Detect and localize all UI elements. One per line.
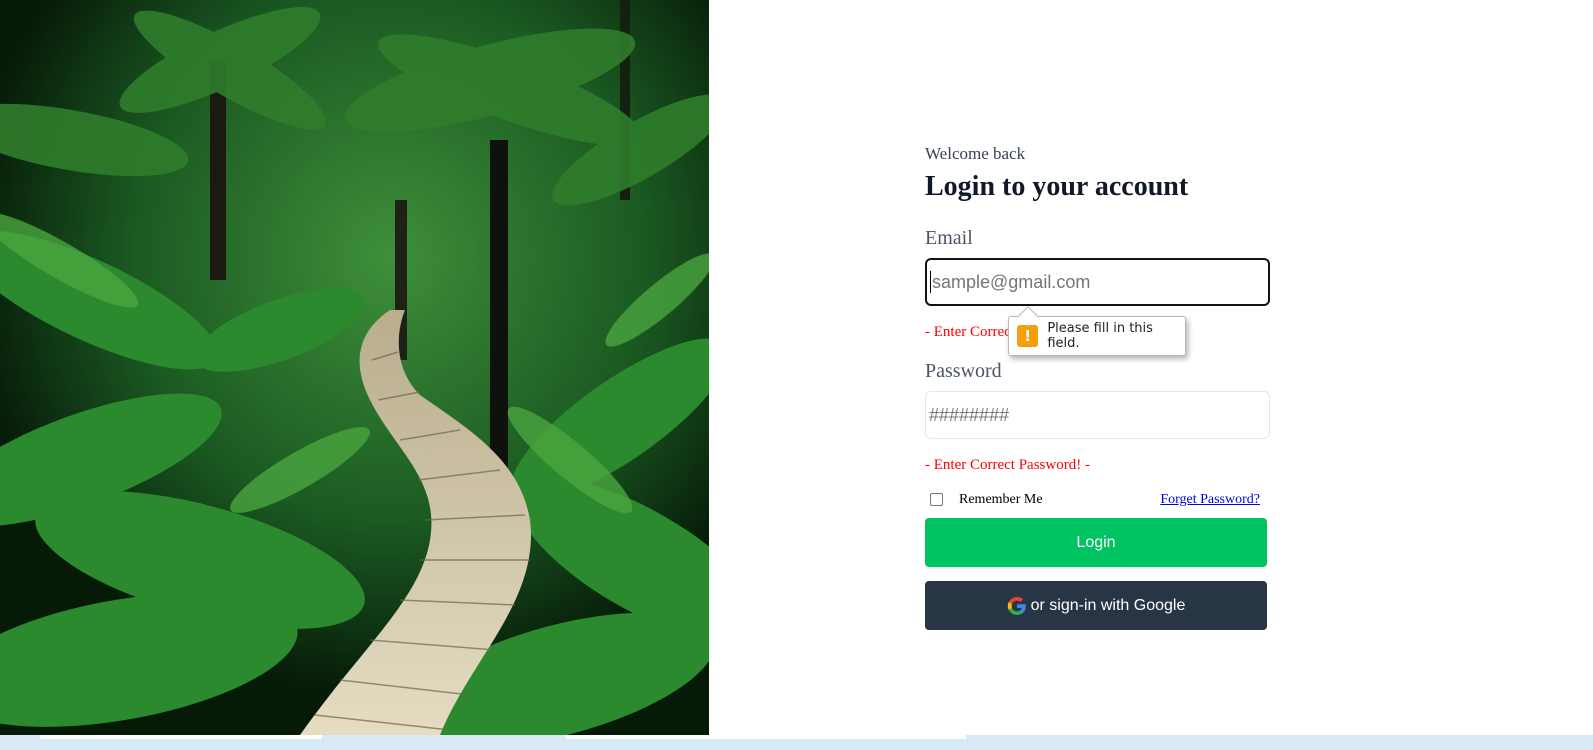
bottom-strip-segment (40, 735, 322, 739)
password-label: Password (925, 360, 1002, 382)
email-placeholder: sample@gmail.com (932, 271, 1091, 292)
remember-checkbox[interactable] (930, 493, 943, 506)
email-input[interactable]: sample@gmail.com (925, 258, 1270, 306)
google-signin-button[interactable]: or sign-in with Google (925, 581, 1267, 630)
hero-image (0, 0, 709, 735)
google-icon (1007, 596, 1026, 615)
login-form: Welcome back Login to your account Email… (925, 140, 1270, 630)
text-caret (930, 271, 931, 293)
validation-tooltip: ! Please fill in this field. (1008, 306, 1186, 356)
password-placeholder: ######## (929, 404, 1010, 425)
remember-row: Remember Me Forget Password? (925, 491, 1260, 511)
tooltip-arrow (1018, 306, 1038, 326)
tooltip-message: Please fill in this field. (1047, 321, 1153, 351)
password-error: - Enter Correct Password! - (925, 457, 1090, 473)
password-input[interactable]: ######## (925, 391, 1270, 439)
login-button[interactable]: Login (925, 518, 1267, 567)
bottom-strip-segment (566, 735, 966, 739)
page-title: Login to your account (925, 171, 1189, 202)
email-label: Email (925, 227, 973, 249)
google-button-label: or sign-in with Google (1030, 596, 1186, 614)
forget-password-link[interactable]: Forget Password? (1160, 492, 1260, 508)
warning-icon: ! (1017, 325, 1039, 347)
remember-label: Remember Me (959, 492, 1043, 507)
welcome-text: Welcome back (925, 144, 1026, 163)
jungle-boardwalk-photo (0, 0, 709, 735)
